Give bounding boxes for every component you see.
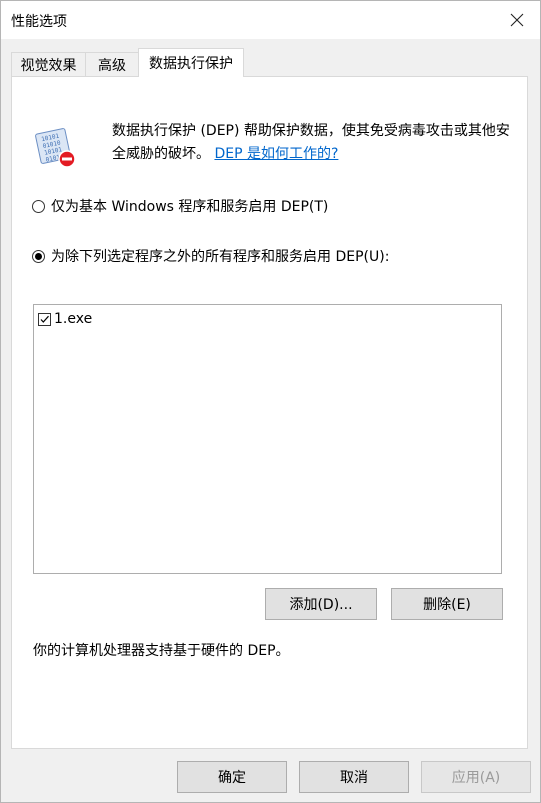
apply-button[interactable]: 应用(A) bbox=[421, 761, 531, 793]
performance-options-window: 性能选项 视觉效果 高级 数据执行保护 10101 01010 10101 01… bbox=[0, 0, 541, 803]
list-item[interactable]: 1.exe bbox=[38, 310, 92, 328]
tab-advanced[interactable]: 高级 bbox=[85, 52, 139, 76]
radio-basic-windows-only[interactable]: 仅为基本 Windows 程序和服务启用 DEP(T) bbox=[32, 196, 328, 216]
cancel-button[interactable]: 取消 bbox=[299, 761, 409, 793]
close-button[interactable] bbox=[494, 1, 540, 39]
checkmark-icon bbox=[40, 315, 49, 323]
radio-all-except-selected[interactable]: 为除下列选定程序之外的所有程序和服务启用 DEP(U): bbox=[32, 246, 389, 266]
close-icon bbox=[510, 13, 524, 27]
program-name: 1.exe bbox=[54, 311, 93, 327]
dep-how-it-works-link[interactable]: DEP 是如何工作的? bbox=[214, 146, 338, 162]
window-title: 性能选项 bbox=[11, 14, 67, 30]
remove-program-button[interactable]: 删除(E) bbox=[391, 588, 503, 620]
dep-shield-icon: 10101 01010 10101 01010 bbox=[35, 128, 76, 168]
program-exception-list[interactable]: 1.exe bbox=[33, 304, 502, 574]
hardware-dep-support-text: 你的计算机处理器支持基于硬件的 DEP。 bbox=[33, 643, 290, 659]
radio-basic-windows-only-indicator[interactable] bbox=[32, 199, 45, 213]
tab-strip: 视觉效果 高级 数据执行保护 bbox=[11, 48, 530, 77]
tab-visual-effects[interactable]: 视觉效果 bbox=[11, 52, 86, 76]
tab-data-execution-prevention[interactable]: 数据执行保护 bbox=[138, 48, 244, 77]
radio-basic-windows-only-label: 仅为基本 Windows 程序和服务启用 DEP(T) bbox=[51, 199, 329, 215]
add-program-button[interactable]: 添加(D)... bbox=[265, 588, 377, 620]
dep-panel: 10101 01010 10101 01010 数据执行保护 (DEP) 帮助保… bbox=[11, 76, 528, 749]
radio-all-except-selected-label: 为除下列选定程序之外的所有程序和服务启用 DEP(U): bbox=[51, 249, 390, 265]
ok-button[interactable]: 确定 bbox=[177, 761, 287, 793]
radio-all-except-selected-indicator[interactable] bbox=[32, 249, 45, 263]
title-bar: 性能选项 bbox=[1, 1, 540, 39]
program-checkbox[interactable] bbox=[38, 312, 51, 326]
dep-description: 数据执行保护 (DEP) 帮助保护数据，使其免受病毒攻击或其他安全威胁的破坏。 … bbox=[112, 120, 512, 166]
